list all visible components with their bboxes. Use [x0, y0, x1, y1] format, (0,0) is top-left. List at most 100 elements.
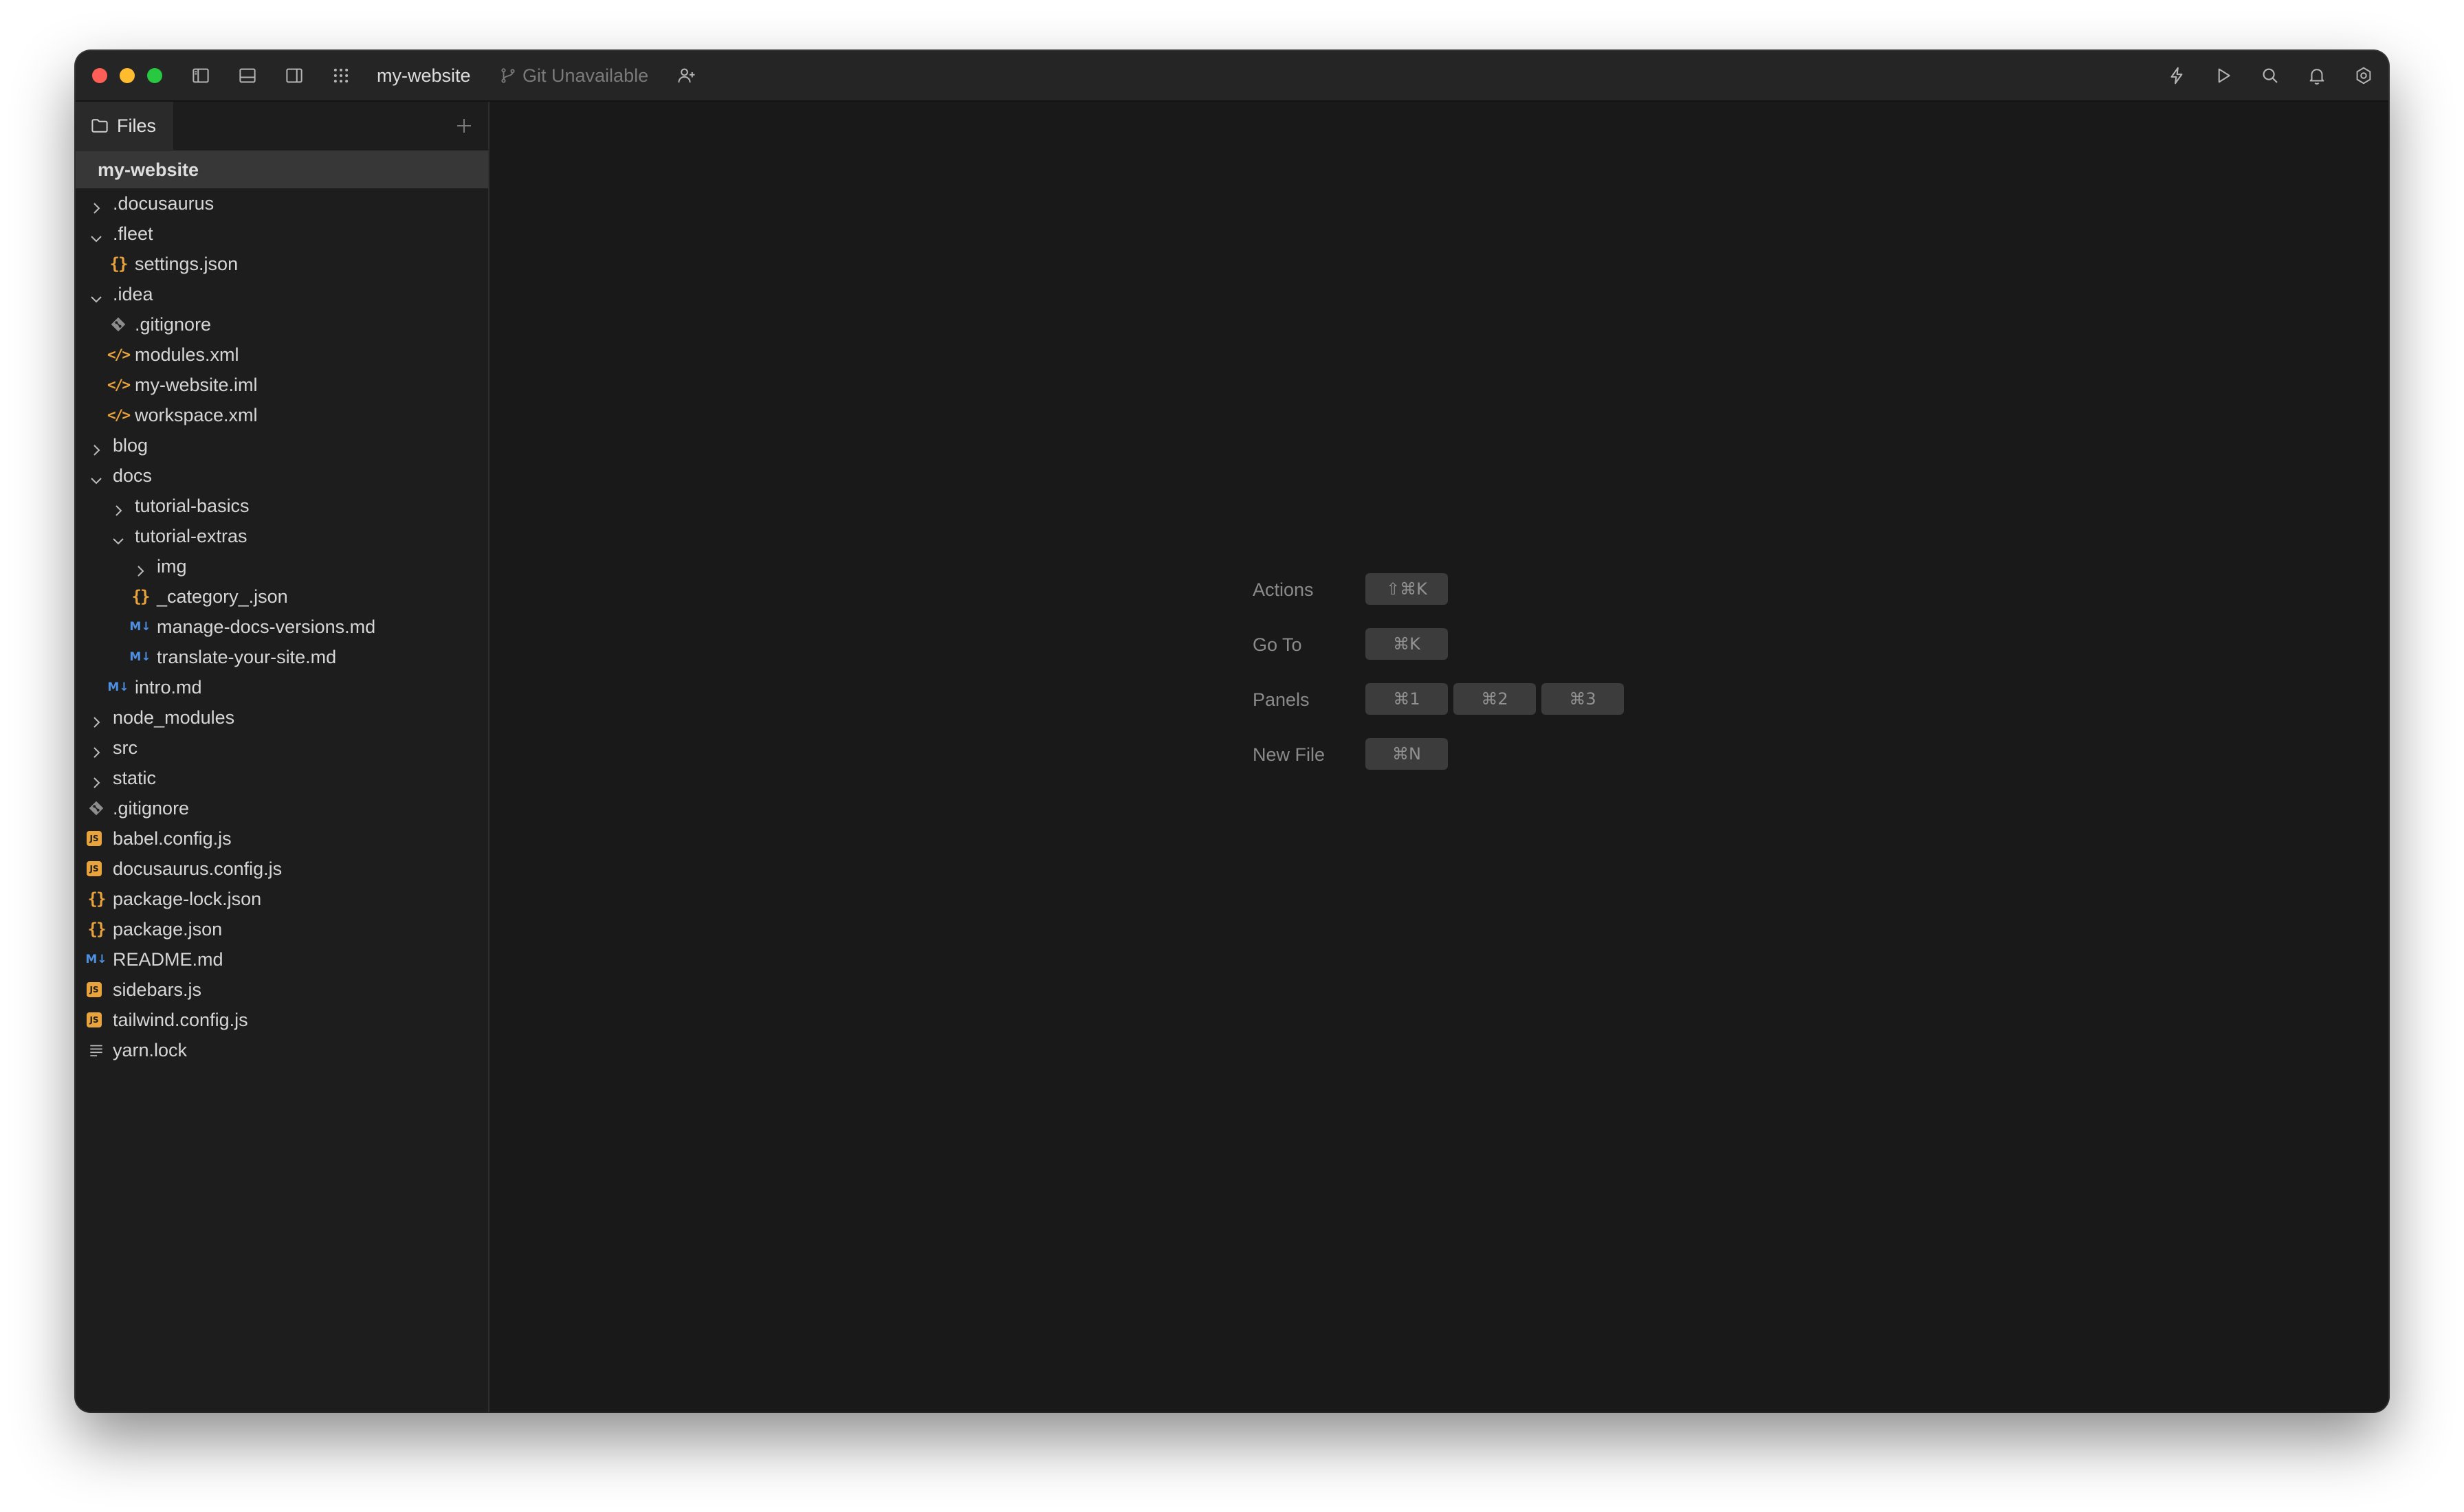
git-file-icon — [87, 799, 106, 818]
chevron-down-icon[interactable] — [88, 467, 104, 485]
tree-folder[interactable]: docs — [76, 460, 488, 491]
files-sidebar: Files my-website .docusaurus .fleet {} sett… — [76, 102, 490, 1412]
tree-file[interactable]: yarn.lock — [76, 1035, 488, 1065]
javascript-file-icon: JS — [87, 982, 102, 997]
tree-file[interactable]: </> modules.xml — [76, 340, 488, 370]
tree-file[interactable]: {} _category_.json — [76, 581, 488, 612]
tree-file[interactable]: {} settings.json — [76, 249, 488, 279]
tree-file[interactable]: </> workspace.xml — [76, 400, 488, 430]
tree-item-label: tutorial-extras — [135, 526, 248, 546]
chevron-right-icon[interactable] — [88, 770, 104, 788]
xml-file-icon: </> — [107, 407, 131, 423]
add-collaborator-icon[interactable] — [675, 65, 697, 87]
tree-folder[interactable]: static — [76, 763, 488, 793]
markdown-file-icon: M↓ — [107, 680, 129, 694]
json-file-icon: {} — [87, 889, 107, 909]
chevron-right-icon[interactable] — [88, 195, 104, 214]
xml-file-icon: </> — [107, 346, 131, 363]
markdown-file-icon: M↓ — [85, 953, 107, 966]
tree-folder[interactable]: tutorial-extras — [76, 521, 488, 551]
shortcut-key: ⌘3 — [1541, 683, 1624, 715]
notifications-bell-icon[interactable] — [2306, 65, 2328, 87]
tree-item-label: docusaurus.config.js — [113, 858, 283, 879]
tree-file[interactable]: {} package.json — [76, 914, 488, 944]
project-root-header[interactable]: my-website — [76, 151, 488, 188]
tree-item-label: _category_.json — [157, 586, 288, 607]
zoom-window-button[interactable] — [147, 68, 162, 83]
toggle-bottom-panel-icon[interactable] — [236, 65, 258, 87]
xml-file-icon: </> — [107, 377, 131, 393]
tree-folder[interactable]: .idea — [76, 279, 488, 309]
lightning-icon[interactable] — [2166, 65, 2188, 87]
markdown-file-icon: M↓ — [129, 650, 151, 664]
tree-file[interactable]: .gitignore — [76, 793, 488, 823]
tree-item-label: .docusaurus — [113, 193, 214, 214]
shortcut-label: Go To — [1253, 634, 1302, 655]
toggle-right-panel-icon[interactable] — [283, 65, 305, 87]
chevron-right-icon[interactable] — [88, 740, 104, 758]
tree-item-label: translate-your-site.md — [157, 647, 337, 667]
chevron-down-icon[interactable] — [88, 225, 104, 243]
tree-file[interactable]: M↓ manage-docs-versions.md — [76, 612, 488, 642]
tree-file[interactable]: JS sidebars.js — [76, 975, 488, 1005]
markdown-file-icon: M↓ — [129, 620, 151, 634]
tree-item-label: babel.config.js — [113, 828, 232, 849]
tree-file[interactable]: JS tailwind.config.js — [76, 1005, 488, 1035]
tree-folder[interactable]: node_modules — [76, 702, 488, 733]
json-file-icon: {} — [109, 254, 129, 274]
shortcut-label: New File — [1253, 744, 1326, 765]
tree-item-label: my-website.iml — [135, 375, 258, 395]
tools-grid-icon[interactable] — [330, 65, 352, 87]
tree-item-label: .idea — [113, 284, 153, 304]
tree-file[interactable]: .gitignore — [76, 309, 488, 340]
tree-item-label: blog — [113, 435, 148, 456]
shortcut-key: ⌘N — [1365, 738, 1448, 770]
shortcut-key: ⌘1 — [1365, 683, 1448, 715]
tree-file[interactable]: M↓ README.md — [76, 944, 488, 975]
settings-gear-icon[interactable] — [2353, 65, 2375, 87]
toggle-left-panel-icon[interactable] — [190, 65, 212, 87]
project-name[interactable]: my-website — [377, 63, 471, 88]
chevron-down-icon[interactable] — [110, 528, 126, 545]
tree-item-label: tailwind.config.js — [113, 1010, 248, 1030]
shortcut-label: Actions — [1253, 579, 1314, 600]
tree-item-label: .fleet — [113, 223, 153, 244]
tree-file[interactable]: </> my-website.iml — [76, 370, 488, 400]
file-tree: .docusaurus .fleet {} settings.json .idea .gi… — [76, 188, 488, 1065]
json-file-icon: {} — [131, 587, 151, 606]
tab-files[interactable]: Files — [76, 102, 173, 150]
shortcut-key: ⌘2 — [1453, 683, 1536, 715]
tree-folder[interactable]: img — [76, 551, 488, 581]
tree-folder[interactable]: .docusaurus — [76, 188, 488, 219]
chevron-right-icon[interactable] — [132, 558, 148, 577]
text-file-icon — [87, 1041, 106, 1060]
minimize-window-button[interactable] — [120, 68, 135, 83]
tree-item-label: settings.json — [135, 254, 239, 274]
close-window-button[interactable] — [92, 68, 107, 83]
chevron-down-icon[interactable] — [88, 286, 104, 303]
chevron-right-icon[interactable] — [88, 437, 104, 456]
chevron-right-icon[interactable] — [88, 709, 104, 728]
tree-file[interactable]: {} package-lock.json — [76, 884, 488, 914]
tree-file[interactable]: M↓ intro.md — [76, 672, 488, 702]
json-file-icon: {} — [87, 920, 107, 939]
tree-folder[interactable]: src — [76, 733, 488, 763]
git-branch-icon — [501, 68, 515, 83]
add-tab-button[interactable] — [452, 114, 476, 137]
tree-item-label: manage-docs-versions.md — [157, 616, 376, 637]
run-icon[interactable] — [2212, 65, 2234, 87]
tree-folder[interactable]: .fleet — [76, 219, 488, 249]
tree-file[interactable]: JS babel.config.js — [76, 823, 488, 854]
tree-folder[interactable]: tutorial-basics — [76, 491, 488, 521]
chevron-right-icon[interactable] — [110, 498, 126, 516]
search-icon[interactable] — [2259, 65, 2281, 87]
tree-folder[interactable]: blog — [76, 430, 488, 460]
tree-item-label: README.md — [113, 949, 223, 970]
tree-file[interactable]: JS docusaurus.config.js — [76, 854, 488, 884]
tree-item-label: static — [113, 768, 157, 788]
tree-file[interactable]: M↓ translate-your-site.md — [76, 642, 488, 672]
git-status[interactable]: Git Unavailable — [499, 63, 648, 88]
shortcut-keys: ⌘N — [1365, 738, 1448, 770]
tree-item-label: workspace.xml — [135, 405, 258, 425]
shortcut-keys: ⌘1 ⌘2 ⌘3 — [1365, 683, 1624, 715]
